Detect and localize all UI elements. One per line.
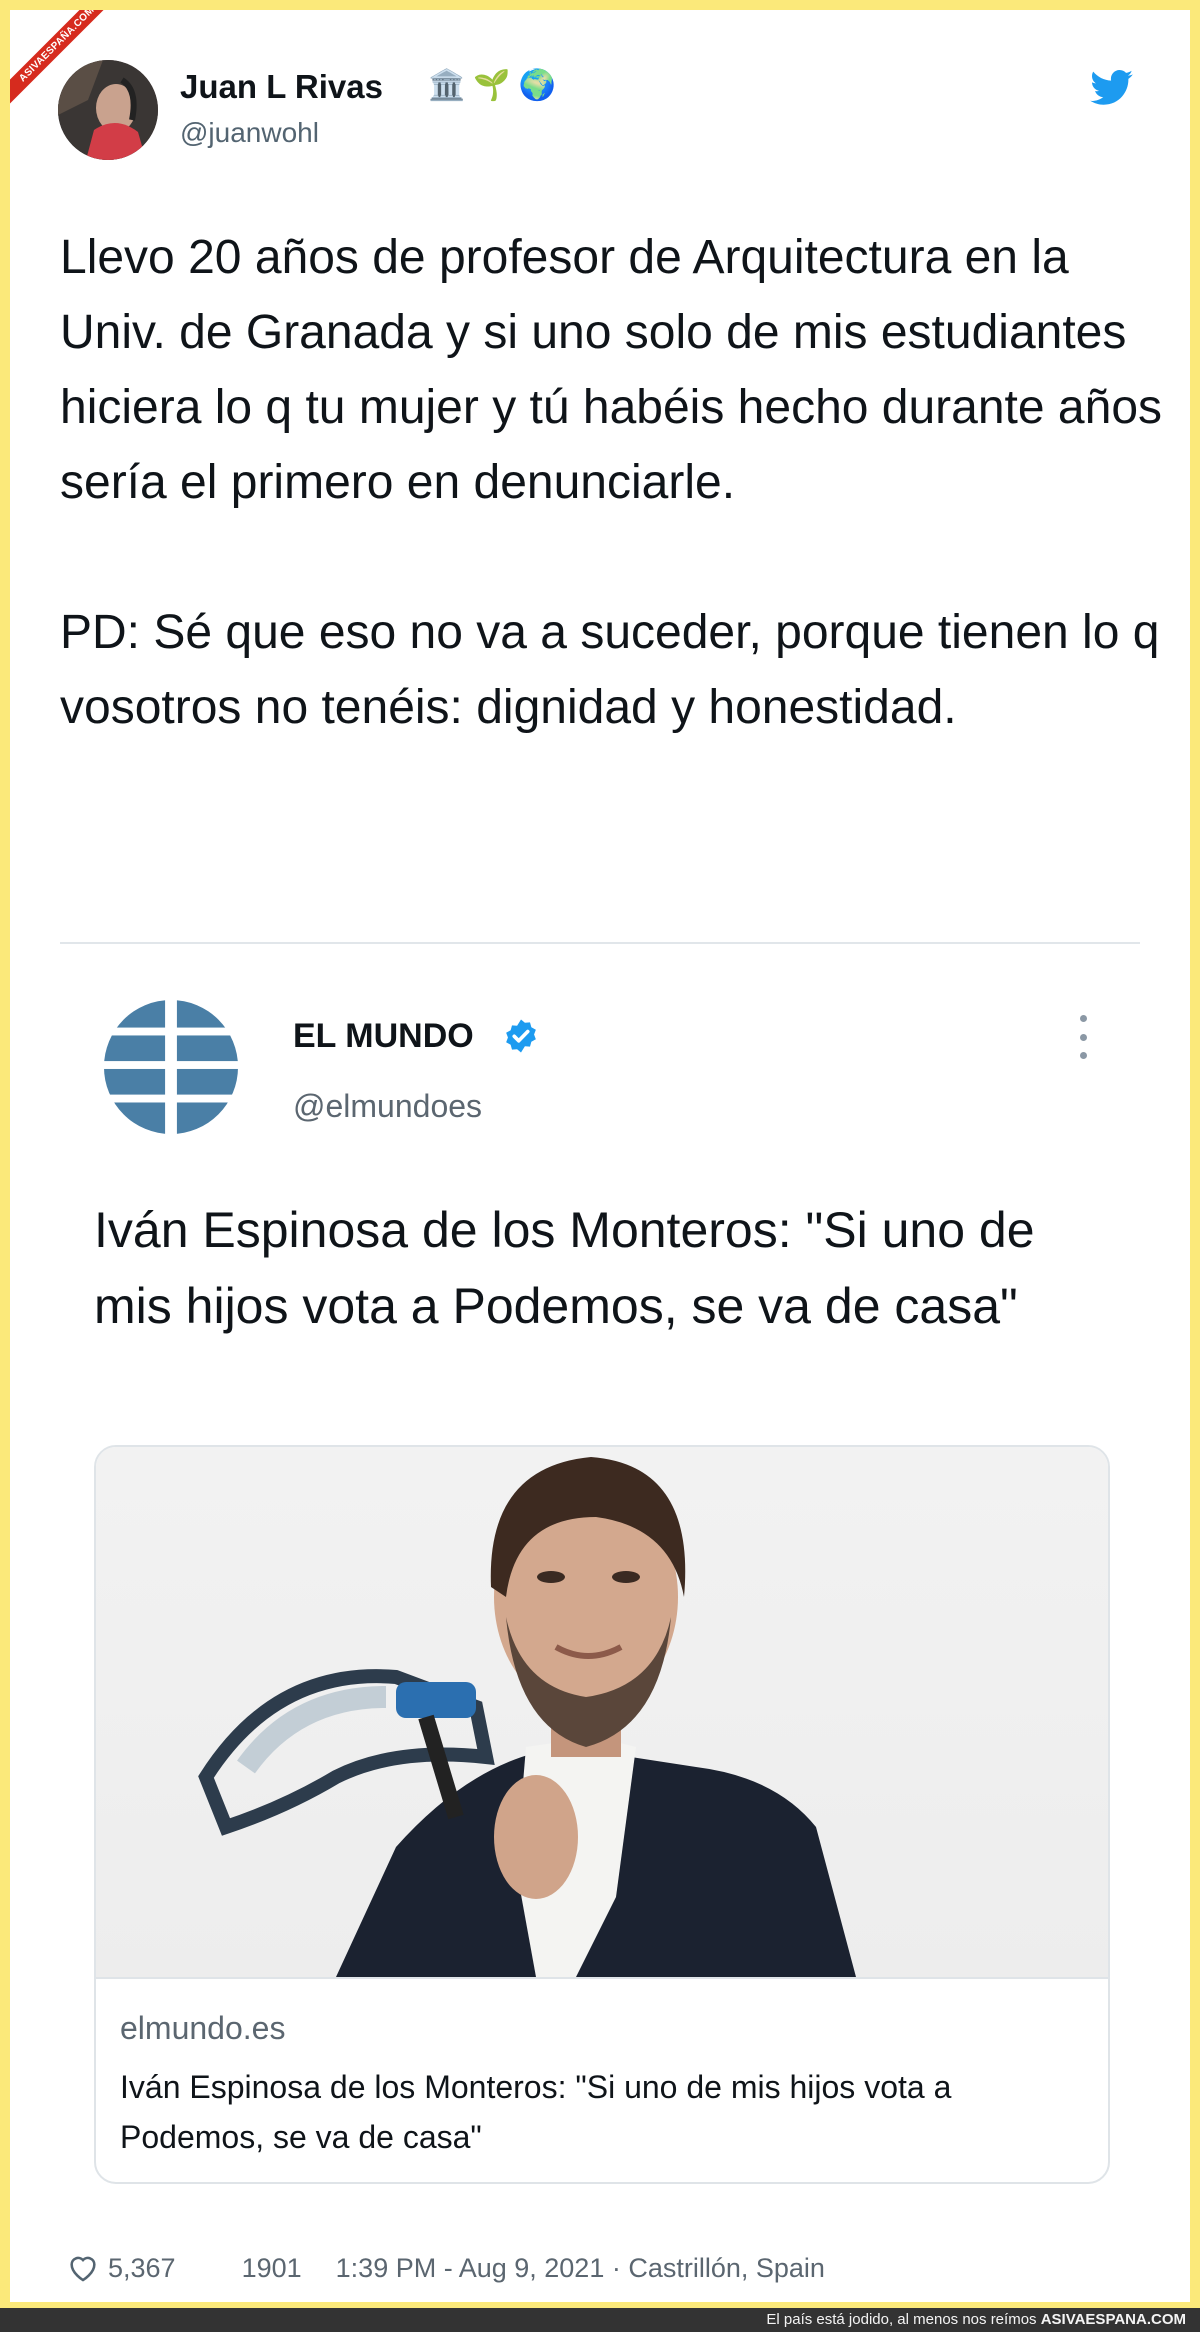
retweet-count[interactable]: 1901 — [242, 2253, 302, 2284]
caption-text: El país está jodido, al menos nos reímos — [766, 2311, 1037, 2328]
link-domain: elmundo.es — [120, 2010, 286, 2046]
twitter-bird-icon[interactable] — [1090, 70, 1134, 106]
quoted-text: Iván Espinosa de los Monteros: "Si uno d… — [94, 1202, 1035, 1334]
meta-separator: · — [604, 2252, 629, 2283]
author-handle[interactable]: @juanwohl — [180, 117, 319, 149]
verified-badge-icon — [506, 1019, 536, 1053]
location[interactable]: Castrillón, Spain — [628, 2253, 825, 2284]
heart-icon[interactable] — [66, 2251, 100, 2285]
tweet-card: ASIVAESPAÑA.COM Juan L Rivas 🏛️ 🌱 🌍 @jua… — [10, 10, 1190, 2302]
elmundo-logo-icon[interactable] — [102, 998, 240, 1136]
bottom-caption: El país está jodido, al menos nos reímos… — [766, 2311, 1186, 2328]
avatar-photo — [58, 60, 158, 160]
classical-building-emoji: 🏛️ — [428, 68, 466, 103]
link-title: Iván Espinosa de los Monteros: "Si uno d… — [120, 2069, 952, 2155]
globe-emoji: 🌍 — [518, 68, 557, 103]
tweet-text: Llevo 20 años de profesor de Arquitectur… — [60, 231, 1163, 734]
author-emojis: 🏛️ 🌱 🌍 — [428, 66, 556, 106]
tweet-footer: 5,367 1901 1:39 PM - Aug 9, 2021 · Castr… — [66, 2248, 825, 2288]
quote-divider — [60, 942, 1140, 944]
author-name[interactable]: Juan L Rivas — [180, 68, 383, 106]
avatar[interactable] — [58, 60, 158, 160]
caption-brand[interactable]: ASIVAESPANA.COM — [1041, 2311, 1186, 2328]
timestamp[interactable]: 1:39 PM - Aug 9, 2021 — [336, 2253, 605, 2284]
link-preview-card[interactable]: elmundo.es Iván Espinosa de los Monteros… — [94, 1445, 1110, 2184]
link-preview-image — [96, 1447, 1108, 1977]
more-options-icon[interactable] — [1078, 1015, 1088, 1059]
seedling-emoji: 🌱 — [473, 68, 511, 103]
quoted-author-handle[interactable]: @elmundoes — [293, 1088, 482, 1125]
like-count[interactable]: 5,367 — [108, 2253, 176, 2284]
quoted-author-name[interactable]: EL MUNDO — [293, 1017, 474, 1056]
link-preview-separator — [96, 1977, 1108, 1979]
